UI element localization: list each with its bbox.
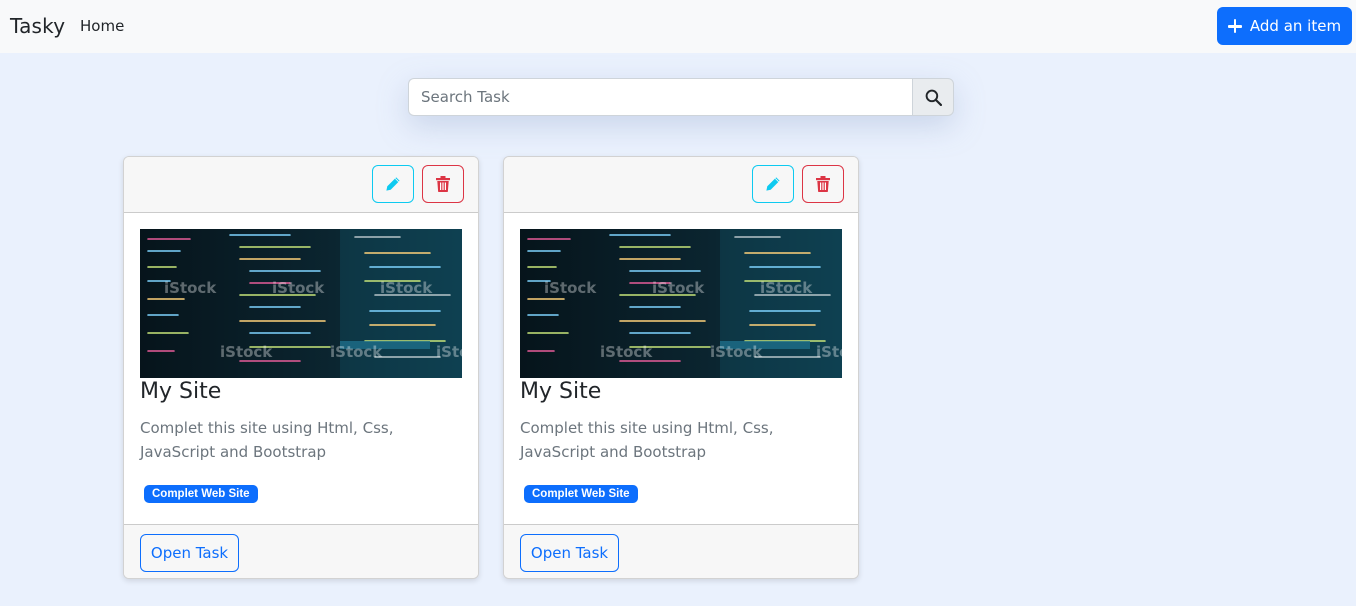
task-card: iStock iStock iStock iStock iStock iStoc… <box>123 156 479 579</box>
svg-text:iStock: iStock <box>816 343 842 361</box>
svg-text:iStock: iStock <box>220 343 273 361</box>
card-footer: Open Task <box>124 524 478 578</box>
edit-button[interactable] <box>372 165 414 203</box>
svg-text:iStock: iStock <box>330 343 383 361</box>
brand-logo[interactable]: Tasky <box>10 14 65 38</box>
search-bar <box>408 78 954 116</box>
card-title: My Site <box>140 379 222 404</box>
add-item-label: Add an item <box>1249 17 1342 35</box>
svg-text:iStock: iStock <box>760 279 813 297</box>
card-description: Complet this site using Html, Css, JavaS… <box>520 419 774 461</box>
add-item-button[interactable]: Add an item <box>1217 7 1352 45</box>
search-input[interactable] <box>408 78 912 116</box>
card-footer: Open Task <box>504 524 858 578</box>
pencil-icon <box>766 177 780 191</box>
card-header <box>504 157 858 213</box>
code-screenshot-image: iStock iStock iStock iStock iStock iStoc… <box>520 229 842 378</box>
svg-text:iStock: iStock <box>436 343 462 361</box>
card-header <box>124 157 478 213</box>
trash-icon <box>436 176 450 192</box>
search-icon <box>925 89 942 106</box>
card-image: iStock iStock iStock iStock iStock iStoc… <box>140 229 462 378</box>
tag-badge: Complet Web Site <box>144 485 258 503</box>
svg-text:iStock: iStock <box>710 343 763 361</box>
watermark-text: iStock <box>544 279 597 297</box>
open-task-button[interactable]: Open Task <box>140 534 239 572</box>
open-task-button[interactable]: Open Task <box>520 534 619 572</box>
plus-icon <box>1227 19 1242 33</box>
svg-text:iStock: iStock <box>272 279 325 297</box>
trash-icon <box>816 176 830 192</box>
delete-button[interactable] <box>802 165 844 203</box>
search-button[interactable] <box>912 78 954 116</box>
svg-text:iStock: iStock <box>380 279 433 297</box>
nav-home-link[interactable]: Home <box>80 17 124 35</box>
card-description: Complet this site using Html, Css, JavaS… <box>140 419 394 461</box>
navbar: Tasky Home Add an item <box>0 0 1356 53</box>
task-card: iStock iStock iStock iStock iStock iStoc… <box>503 156 859 579</box>
tag-badge: Complet Web Site <box>524 485 638 503</box>
watermark-text: iStock <box>164 279 217 297</box>
delete-button[interactable] <box>422 165 464 203</box>
svg-text:iStock: iStock <box>600 343 653 361</box>
card-title: My Site <box>520 379 602 404</box>
edit-button[interactable] <box>752 165 794 203</box>
card-image: iStock iStock iStock iStock iStock iStoc… <box>520 229 842 378</box>
pencil-icon <box>386 177 400 191</box>
code-screenshot-image: iStock iStock iStock iStock iStock iStoc… <box>140 229 462 378</box>
svg-text:iStock: iStock <box>652 279 705 297</box>
